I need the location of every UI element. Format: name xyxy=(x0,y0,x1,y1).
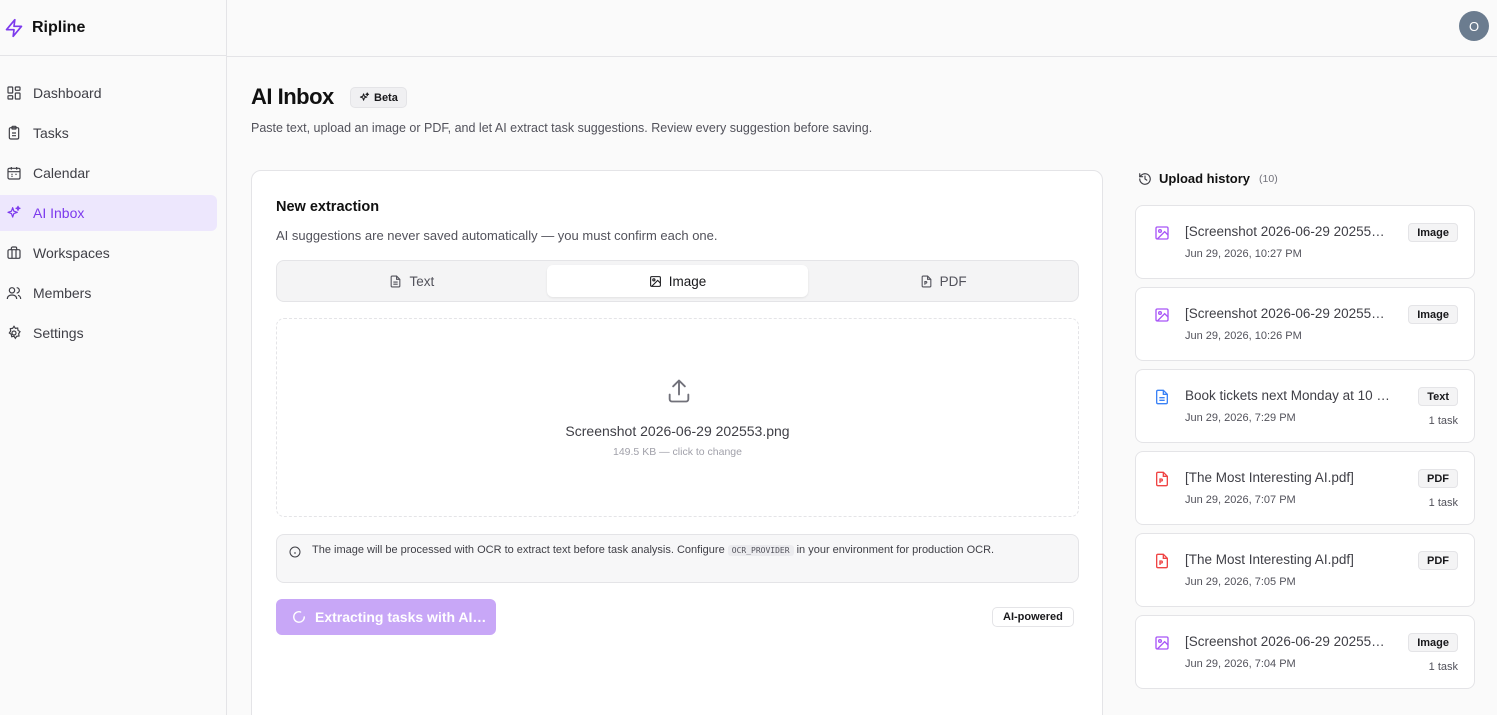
history-item-name: [The Most Interesting AI.pdf] xyxy=(1185,470,1354,485)
pdf-file-icon xyxy=(1156,471,1168,487)
sidebar-item-label: AI Inbox xyxy=(33,205,85,221)
history-item-type-badge: PDF xyxy=(1418,551,1458,570)
sidebar-nav: Dashboard Tasks Calendar AI Inbox Worksp… xyxy=(0,56,226,351)
history-item-name: [Screenshot 2026-06-29 202553.png] xyxy=(1185,224,1390,239)
avatar[interactable]: O xyxy=(1459,11,1489,41)
history-item-date: Jun 29, 2026, 7:29 PM xyxy=(1185,412,1296,424)
extract-button-label: Extracting tasks with AI… xyxy=(315,609,487,625)
dashboard-icon xyxy=(7,86,21,100)
extraction-title: New extraction xyxy=(276,199,380,215)
history-item-date: Jun 29, 2026, 10:26 PM xyxy=(1185,330,1302,342)
upload-icon xyxy=(668,379,690,403)
history-item-date: Jun 29, 2026, 7:05 PM xyxy=(1185,576,1296,588)
history-item[interactable]: [Screenshot 2026-06-29 202553.png] Jun 2… xyxy=(1135,287,1475,361)
tab-label: PDF xyxy=(939,273,967,289)
beta-label: Beta xyxy=(374,91,398,104)
gear-icon xyxy=(8,325,21,340)
history-item[interactable]: [Screenshot 2026-06-29 202553.png] Jun 2… xyxy=(1135,615,1475,689)
history-item-task-count: 1 task xyxy=(1428,661,1458,673)
text-file-icon xyxy=(1156,389,1168,405)
topbar: O xyxy=(227,0,1497,57)
sidebar-item-label: Members xyxy=(33,285,92,301)
pdf-file-icon xyxy=(921,275,932,287)
sidebar-item-tasks[interactable]: Tasks xyxy=(0,115,217,151)
notice-text-end: in your environment for production OCR. xyxy=(793,544,995,556)
brand[interactable]: Ripline xyxy=(0,0,226,56)
sparkles-icon xyxy=(359,92,370,101)
history-item-name: [Screenshot 2026-06-29 202553.png] xyxy=(1185,306,1390,321)
file-dropzone[interactable]: Screenshot 2026-06-29 202553.png 149.5 K… xyxy=(276,318,1079,517)
beta-badge: Beta xyxy=(350,87,407,108)
info-icon xyxy=(289,546,301,558)
history-item-type-badge: Image xyxy=(1408,305,1458,324)
tab-pdf[interactable]: PDF xyxy=(812,265,1074,297)
extraction-card: New extraction AI suggestions are never … xyxy=(251,170,1103,715)
tab-label: Text xyxy=(409,273,435,289)
image-icon xyxy=(1155,308,1169,322)
notice-code: OCR_PROVIDER xyxy=(727,545,794,556)
history-item-task-count: 1 task xyxy=(1428,415,1458,427)
history-item-type-badge: Image xyxy=(1408,223,1458,242)
ai-powered-badge: AI-powered xyxy=(992,607,1074,627)
sidebar-item-workspaces[interactable]: Workspaces xyxy=(0,235,217,271)
clipboard-icon xyxy=(8,125,20,140)
page-title: AI Inbox xyxy=(251,84,334,109)
image-icon xyxy=(1155,226,1169,240)
calendar-icon xyxy=(7,167,21,180)
selected-file-name: Screenshot 2026-06-29 202553.png xyxy=(565,423,790,439)
image-icon xyxy=(1155,636,1169,650)
page-description: Paste text, upload an image or PDF, and … xyxy=(251,121,873,135)
brand-name: Ripline xyxy=(32,18,86,36)
history-item-date: Jun 29, 2026, 10:27 PM xyxy=(1185,248,1302,260)
ocr-notice: The image will be processed with OCR to … xyxy=(276,534,1079,583)
history-item[interactable]: [The Most Interesting AI.pdf] Jun 29, 20… xyxy=(1135,451,1475,525)
sidebar-item-settings[interactable]: Settings xyxy=(0,315,217,351)
sidebar-item-label: Tasks xyxy=(33,125,69,141)
history-item-date: Jun 29, 2026, 7:07 PM xyxy=(1185,494,1296,506)
history-item-task-count: 1 task xyxy=(1428,497,1458,509)
upload-history-header: Upload history (10) xyxy=(1138,171,1278,186)
history-item-type-badge: Image xyxy=(1408,633,1458,652)
sidebar-item-label: Dashboard xyxy=(33,85,102,101)
spinner-icon xyxy=(293,611,305,623)
selected-file-meta: 149.5 KB — click to change xyxy=(613,446,742,458)
tab-image[interactable]: Image xyxy=(546,265,809,297)
history-icon xyxy=(1139,172,1151,185)
upload-history-list: [Screenshot 2026-06-29 202553.png] Jun 2… xyxy=(1135,205,1475,697)
history-item-date: Jun 29, 2026, 7:04 PM xyxy=(1185,658,1296,670)
pdf-file-icon xyxy=(1156,553,1168,569)
sidebar-item-ai-inbox[interactable]: AI Inbox xyxy=(0,195,217,231)
text-file-icon xyxy=(391,275,401,287)
sidebar: Ripline Dashboard Tasks Calendar AI Inbo… xyxy=(0,0,227,715)
history-item-name: [Screenshot 2026-06-29 202553.png] xyxy=(1185,634,1390,649)
sidebar-item-label: Calendar xyxy=(33,165,90,181)
sidebar-item-calendar[interactable]: Calendar xyxy=(0,155,217,191)
sidebar-item-members[interactable]: Members xyxy=(0,275,217,311)
history-item[interactable]: [The Most Interesting AI.pdf] Jun 29, 20… xyxy=(1135,533,1475,607)
history-item[interactable]: [Screenshot 2026-06-29 202553.png] Jun 2… xyxy=(1135,205,1475,279)
sidebar-item-label: Settings xyxy=(33,325,84,341)
history-item[interactable]: Book tickets next Monday at 10 am Jun 29… xyxy=(1135,369,1475,443)
briefcase-icon xyxy=(7,246,21,259)
history-item-type-badge: Text xyxy=(1418,387,1458,406)
input-type-tabs: Text Image PDF xyxy=(276,260,1079,302)
tab-label: Image xyxy=(668,273,707,289)
upload-history-title: Upload history xyxy=(1159,171,1251,186)
sparkles-icon xyxy=(7,205,21,218)
sidebar-item-label: Workspaces xyxy=(33,245,110,261)
notice-text-start: The image will be processed with OCR to … xyxy=(312,544,728,556)
upload-history-count: (10) xyxy=(1259,172,1278,185)
users-icon xyxy=(6,287,22,300)
history-item-type-badge: PDF xyxy=(1418,469,1458,488)
history-item-name: Book tickets next Monday at 10 am xyxy=(1185,388,1390,403)
sidebar-item-dashboard[interactable]: Dashboard xyxy=(0,75,217,111)
extract-tasks-button[interactable]: Extracting tasks with AI… xyxy=(276,599,496,635)
lightning-icon xyxy=(5,18,23,37)
history-item-name: [The Most Interesting AI.pdf] xyxy=(1185,552,1354,567)
tab-text[interactable]: Text xyxy=(281,265,543,297)
extraction-subtitle: AI suggestions are never saved automatic… xyxy=(276,228,718,243)
image-icon xyxy=(649,275,661,287)
